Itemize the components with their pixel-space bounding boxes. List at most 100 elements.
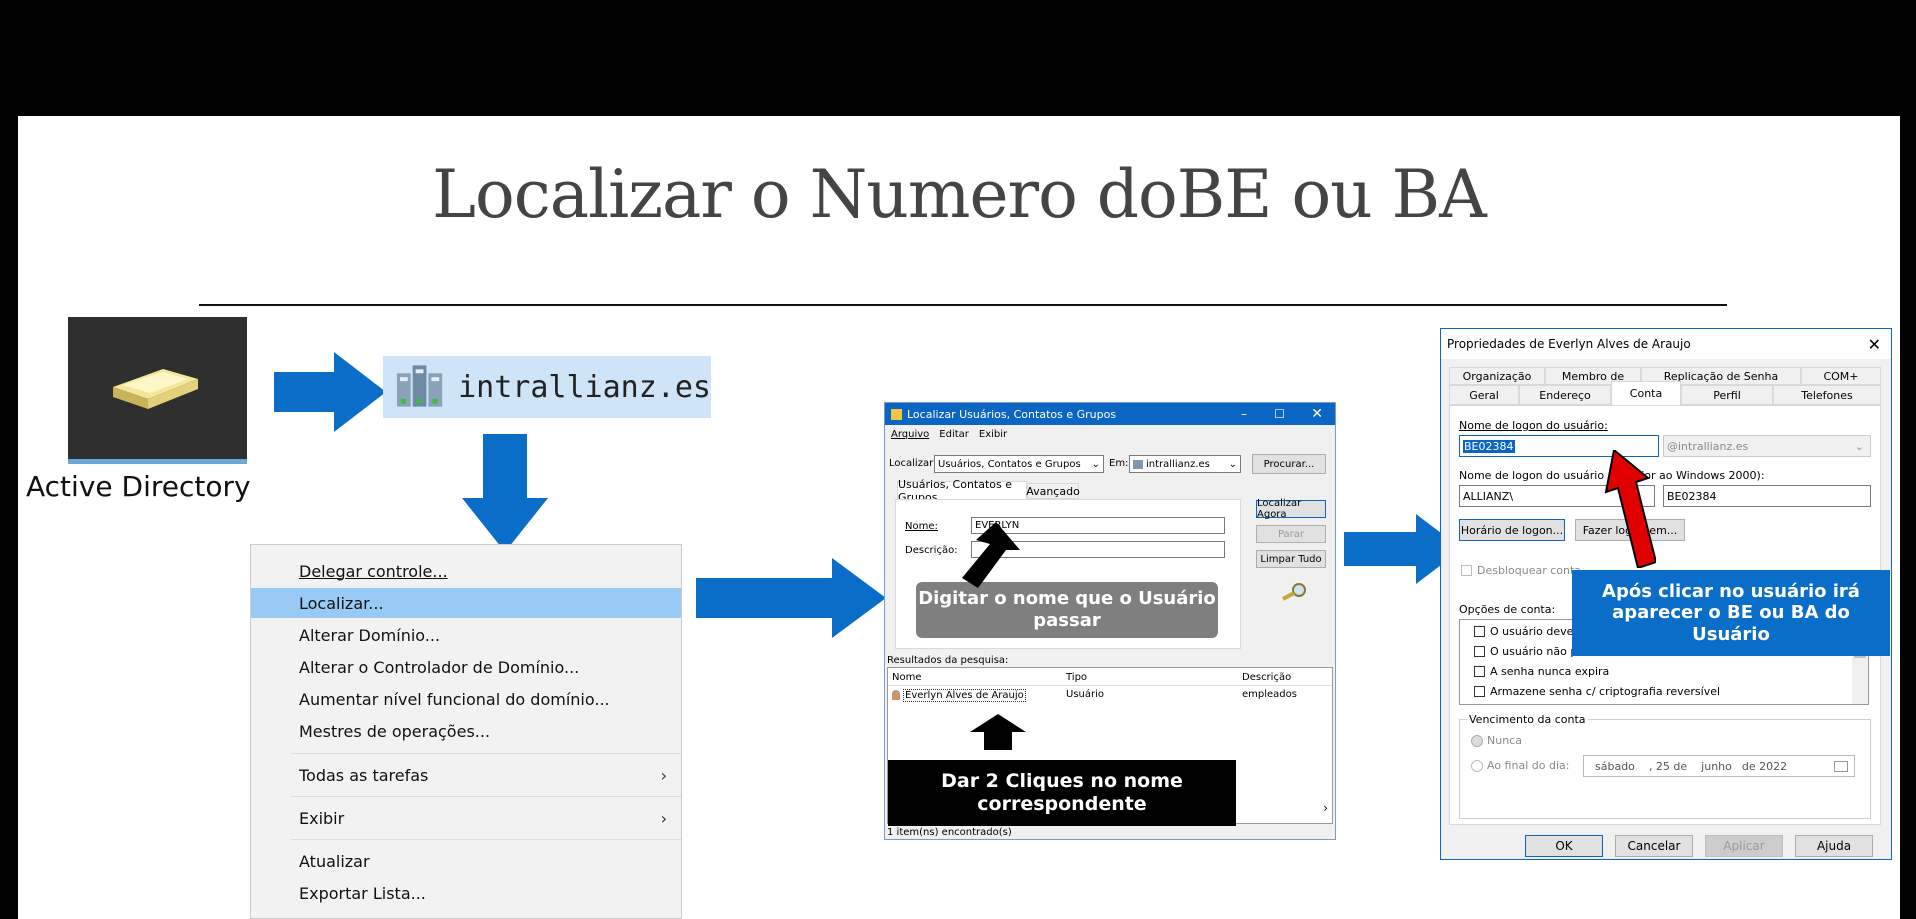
menu-item-label: Exportar Lista...: [299, 883, 426, 903]
domain-node[interactable]: intrallianz.es: [383, 356, 711, 418]
date-month: junho: [1701, 759, 1732, 773]
calendar-icon[interactable]: [1834, 760, 1848, 772]
result-description: empleados: [1242, 689, 1297, 700]
option-checkbox[interactable]: [1474, 626, 1485, 637]
find-dialog-menubar: Arquivo Editar Exibir: [891, 429, 1007, 440]
menu-item-label: Aumentar nível funcional do domínio...: [299, 689, 610, 709]
menu-editar[interactable]: Editar: [939, 429, 969, 440]
menu-arquivo[interactable]: Arquivo: [891, 429, 929, 440]
book-icon: [113, 369, 198, 409]
unlock-checkbox[interactable]: [1461, 565, 1472, 576]
tab-geral[interactable]: Geral: [1449, 385, 1519, 405]
option-checkbox[interactable]: [1474, 666, 1485, 677]
cancel-button[interactable]: Cancelar: [1615, 835, 1693, 857]
tab-users[interactable]: Usuários, Contatos e Grupos: [897, 478, 1027, 504]
name-label: Nome:: [905, 521, 938, 532]
expiry-date-picker[interactable]: sábado , 25 de junho de 2022: [1583, 755, 1855, 777]
context-menu: Delegar controle... Localizar... Alterar…: [250, 544, 682, 919]
option-checkbox[interactable]: [1474, 646, 1485, 657]
in-label: Em:: [1109, 458, 1129, 469]
chevron-down-icon: ⌄: [1228, 458, 1237, 470]
pre2000-input[interactable]: BE02384: [1663, 485, 1871, 507]
menu-item-localizar[interactable]: Localizar...: [251, 588, 681, 618]
option-checkbox[interactable]: [1474, 686, 1485, 697]
menu-item-label: Atualizar: [299, 851, 370, 871]
maximize-icon[interactable]: ☐: [1274, 407, 1285, 421]
chevron-down-icon: ⌄: [1091, 458, 1100, 470]
stop-button[interactable]: Parar: [1256, 525, 1326, 543]
unlock-label: Desbloquear conta: [1477, 564, 1582, 577]
find-now-button[interactable]: Localizar Agora: [1256, 498, 1326, 520]
slide: Localizar o Numero doBE ou BA Active Dir…: [18, 116, 1900, 919]
find-type-select[interactable]: Usuários, Contatos e Grupos ⌄: [934, 455, 1104, 473]
tab-endereco[interactable]: Endereço: [1519, 385, 1611, 405]
close-icon[interactable]: ✕: [1868, 335, 1881, 354]
help-button[interactable]: Ajuda: [1795, 835, 1873, 857]
tab-com[interactable]: COM+: [1801, 367, 1881, 385]
column-header-type[interactable]: Tipo: [1066, 672, 1087, 683]
black-pointer-arrow-icon: [962, 522, 1020, 588]
date-weekday: sábado: [1595, 759, 1635, 773]
active-directory-label: Active Directory: [26, 470, 251, 503]
domain-small-icon: [1133, 459, 1143, 469]
slide-title: Localizar o Numero doBE ou BA: [432, 156, 1487, 233]
result-name: Everlyn Alves de Araujo: [903, 689, 1026, 702]
menu-item-label: Delegar controle...: [299, 561, 448, 581]
logon-hours-button[interactable]: Horário de logon...: [1459, 519, 1565, 541]
browse-button[interactable]: Procurar...: [1252, 454, 1326, 474]
menu-item-todas-tarefas[interactable]: Todas as tarefas ›: [251, 760, 681, 790]
menu-item-aumentar-nivel[interactable]: Aumentar nível funcional do domínio...: [251, 684, 681, 714]
logon-label: Nome de logon do usuário:: [1459, 419, 1608, 432]
menu-exibir[interactable]: Exibir: [979, 429, 1007, 440]
clear-button[interactable]: Limpar Tudo: [1256, 550, 1326, 568]
search-magnifier-icon: [1282, 583, 1306, 601]
close-icon[interactable]: ✕: [1311, 406, 1323, 422]
ok-button[interactable]: OK: [1525, 835, 1603, 857]
menu-item-delegar[interactable]: Delegar controle...: [251, 556, 681, 586]
results-label: Resultados da pesquisa:: [887, 655, 1009, 666]
menu-item-exportar[interactable]: Exportar Lista...: [251, 878, 681, 908]
menu-item-label: Exibir: [299, 808, 345, 828]
logon-value: BE02384: [1463, 439, 1515, 453]
apply-button[interactable]: Aplicar: [1705, 835, 1783, 857]
scroll-right-icon[interactable]: ›: [1323, 801, 1328, 815]
column-header-description[interactable]: Descrição: [1242, 672, 1291, 683]
callout-type-name: Digitar o nome que o Usuário passar: [916, 582, 1218, 638]
status-bar: 1 item(ns) encontrado(s): [887, 827, 1012, 838]
menu-item-label: Alterar o Controlador de Domínio...: [299, 657, 580, 677]
active-directory-icon[interactable]: [68, 317, 247, 464]
find-dialog-title: Localizar Usuários, Contatos e Grupos: [907, 407, 1117, 421]
user-icon: [892, 690, 900, 700]
table-row[interactable]: Everlyn Alves de Araujo Usuário empleado…: [890, 688, 1330, 703]
menu-separator: [291, 839, 681, 840]
end-of-radio[interactable]: [1471, 760, 1483, 772]
description-label: Descrição:: [905, 545, 958, 556]
black-up-arrow-icon: [970, 714, 1026, 750]
menu-item-label: Mestres de operações...: [299, 721, 491, 741]
expiry-label: Vencimento da conta: [1467, 713, 1588, 726]
in-value: intrallianz.es: [1146, 458, 1210, 470]
options-label: Opções de conta:: [1459, 603, 1556, 616]
tab-telefones[interactable]: Telefones: [1773, 385, 1881, 405]
tab-organizacao[interactable]: Organização: [1449, 367, 1545, 385]
option-label: A senha nunca expira: [1490, 665, 1610, 678]
upn-suffix-select[interactable]: @intrallianz.es ⌄: [1663, 435, 1871, 457]
never-radio[interactable]: [1471, 735, 1483, 747]
menu-item-label: Localizar...: [299, 593, 384, 613]
minimize-icon[interactable]: –: [1241, 407, 1247, 421]
callout-after-click: Após clicar no usuário irá aparecer o BE…: [1572, 570, 1890, 656]
menu-item-mestres[interactable]: Mestres de operações...: [251, 716, 681, 746]
menu-item-exibir[interactable]: Exibir ›: [251, 803, 681, 833]
tab-perfil[interactable]: Perfil: [1681, 385, 1773, 405]
menu-item-atualizar[interactable]: Atualizar: [251, 846, 681, 876]
menu-item-alterar-controlador[interactable]: Alterar o Controlador de Domínio...: [251, 652, 681, 682]
column-header-name[interactable]: Nome: [892, 672, 922, 683]
menu-item-alterar-dominio[interactable]: Alterar Domínio...: [251, 620, 681, 650]
tab-conta[interactable]: Conta: [1611, 381, 1681, 405]
in-select[interactable]: intrallianz.es ⌄: [1129, 455, 1241, 473]
date-year: de 2022: [1741, 759, 1788, 773]
tab-advanced[interactable]: Avançado: [1026, 483, 1080, 499]
find-dialog-icon: [891, 408, 902, 420]
find-dialog-titlebar: Localizar Usuários, Contatos e Grupos – …: [885, 403, 1335, 425]
header-divider: [888, 685, 1332, 686]
